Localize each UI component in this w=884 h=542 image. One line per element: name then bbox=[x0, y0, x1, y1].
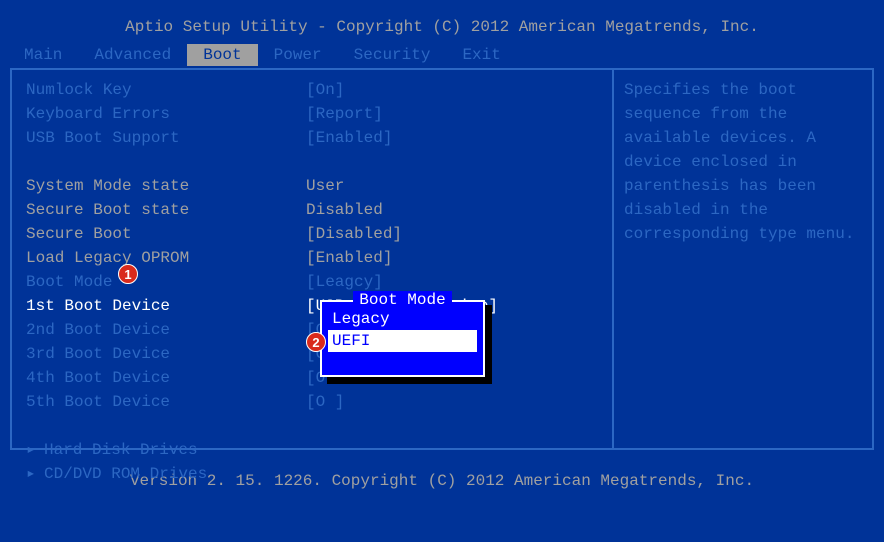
setting-value: [On] bbox=[306, 78, 598, 102]
setting-usb-boot[interactable]: USB Boot Support [Enabled] bbox=[26, 126, 598, 150]
setting-label: Boot Mode bbox=[26, 270, 306, 294]
arrow-icon: ▸ bbox=[26, 462, 44, 486]
spacer bbox=[26, 414, 598, 438]
tab-security[interactable]: Security bbox=[338, 44, 447, 66]
help-panel: Specifies the boot sequence from the ava… bbox=[614, 68, 874, 450]
setting-label: 5th Boot Device bbox=[26, 390, 306, 414]
submenu-label: CD/DVD ROM Drives bbox=[44, 465, 207, 483]
setting-value: [Enabled] bbox=[306, 246, 598, 270]
setting-label: Load Legacy OPROM bbox=[26, 246, 306, 270]
spacer bbox=[26, 150, 598, 174]
setting-label: Numlock Key bbox=[26, 78, 306, 102]
setting-label: Secure Boot state bbox=[26, 198, 306, 222]
popup-title: Boot Mode bbox=[322, 291, 483, 309]
setting-label: USB Boot Support bbox=[26, 126, 306, 150]
bios-header: Aptio Setup Utility - Copyright (C) 2012… bbox=[0, 0, 884, 44]
setting-value: Disabled bbox=[306, 198, 598, 222]
submenu-hard-disk-drives[interactable]: ▸Hard Disk Drives bbox=[26, 438, 598, 462]
setting-value: [Report] bbox=[306, 102, 598, 126]
tab-power[interactable]: Power bbox=[258, 44, 338, 66]
annotation-badge-2: 2 bbox=[306, 332, 326, 352]
setting-label: 3rd Boot Device bbox=[26, 342, 306, 366]
setting-value: [O ] bbox=[306, 390, 598, 414]
setting-boot-mode[interactable]: Boot Mode [Leagcy] bbox=[26, 270, 598, 294]
help-text: Specifies the boot sequence from the ava… bbox=[624, 78, 862, 246]
setting-value: User bbox=[306, 174, 598, 198]
info-system-mode: System Mode state User bbox=[26, 174, 598, 198]
main-area: Numlock Key [On] Keyboard Errors [Report… bbox=[10, 68, 874, 450]
annotation-badge-1: 1 bbox=[118, 264, 138, 284]
setting-label: System Mode state bbox=[26, 174, 306, 198]
popup-option-uefi[interactable]: UEFI bbox=[328, 330, 477, 352]
setting-value: [Enabled] bbox=[306, 126, 598, 150]
submenu-cd-dvd-rom-drives[interactable]: ▸CD/DVD ROM Drives bbox=[26, 462, 598, 486]
submenu-label: Hard Disk Drives bbox=[44, 441, 198, 459]
popup-items: Legacy UEFI bbox=[322, 302, 483, 358]
setting-load-legacy-oprom: Load Legacy OPROM [Enabled] bbox=[26, 246, 598, 270]
setting-label: Keyboard Errors bbox=[26, 102, 306, 126]
setting-5th-boot-device[interactable]: 5th Boot Device [O ] bbox=[26, 390, 598, 414]
setting-value: [Disabled] bbox=[306, 222, 598, 246]
tab-advanced[interactable]: Advanced bbox=[78, 44, 187, 66]
setting-keyboard-errors[interactable]: Keyboard Errors [Report] bbox=[26, 102, 598, 126]
setting-numlock[interactable]: Numlock Key [On] bbox=[26, 78, 598, 102]
setting-secure-boot: Secure Boot [Disabled] bbox=[26, 222, 598, 246]
tab-main[interactable]: Main bbox=[8, 44, 78, 66]
info-secure-boot-state: Secure Boot state Disabled bbox=[26, 198, 598, 222]
setting-4th-boot-device[interactable]: 4th Boot Device [O bbox=[26, 366, 598, 390]
tab-boot[interactable]: Boot bbox=[187, 44, 257, 66]
tab-exit[interactable]: Exit bbox=[446, 44, 516, 66]
setting-label: Secure Boot bbox=[26, 222, 306, 246]
settings-panel: Numlock Key [On] Keyboard Errors [Report… bbox=[10, 68, 614, 450]
arrow-icon: ▸ bbox=[26, 438, 44, 462]
setting-1st-boot-device[interactable]: 1st Boot Device [USB Storage Device] bbox=[26, 294, 598, 318]
menu-tabs: Main Advanced Boot Power Security Exit bbox=[0, 44, 884, 68]
popup-option-legacy[interactable]: Legacy bbox=[328, 308, 477, 330]
setting-label: 2nd Boot Device bbox=[26, 318, 306, 342]
setting-label: 1st Boot Device bbox=[26, 294, 306, 318]
setting-label: 4th Boot Device bbox=[26, 366, 306, 390]
boot-mode-popup: Boot Mode Legacy UEFI bbox=[320, 300, 485, 377]
